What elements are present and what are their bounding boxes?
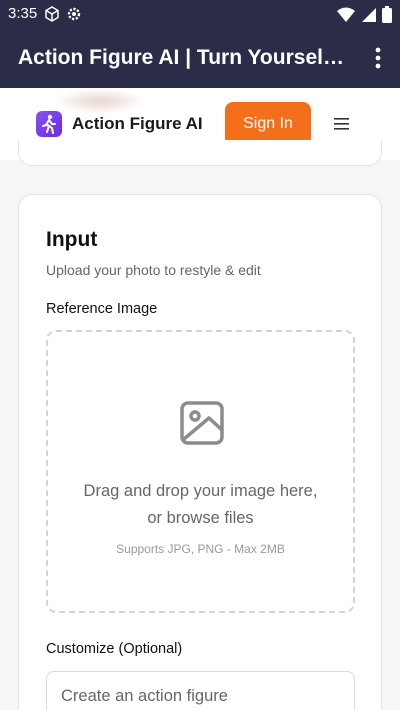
customize-input[interactable] <box>46 671 355 710</box>
page-title: Action Figure AI | Turn Yoursel… <box>18 46 344 69</box>
input-card: Input Upload your photo to restyle & edi… <box>18 194 382 710</box>
brand-name[interactable]: Action Figure AI <box>72 114 203 134</box>
kebab-menu-icon[interactable] <box>370 46 386 70</box>
blurred-decoration <box>55 88 145 114</box>
previous-card <box>18 140 382 166</box>
status-time: 3:35 <box>8 5 38 22</box>
signal-icon <box>362 7 376 22</box>
dropzone-instruction: Drag and drop your image here, <box>83 482 318 500</box>
dropzone-hint: Supports JPG, PNG - Max 2MB <box>116 542 285 556</box>
image-dropzone[interactable]: Drag and drop your image here, or browse… <box>46 330 355 613</box>
browse-files-link[interactable]: or browse files <box>48 509 353 528</box>
wifi-icon <box>337 7 355 22</box>
logo-icon[interactable] <box>36 111 62 137</box>
image-icon <box>180 401 224 445</box>
reference-image-label: Reference Image <box>46 301 158 317</box>
status-bar: 3:35 <box>0 0 400 28</box>
input-subtitle: Upload your photo to restyle & edit <box>46 262 261 278</box>
battery-icon <box>382 6 392 23</box>
cube-icon <box>45 6 59 22</box>
gear-icon <box>67 7 81 21</box>
input-heading: Input <box>46 228 98 251</box>
title-bar: Action Figure AI | Turn Yoursel… <box>0 28 400 88</box>
hamburger-icon[interactable] <box>333 116 351 132</box>
customize-label: Customize (Optional) <box>46 641 183 657</box>
